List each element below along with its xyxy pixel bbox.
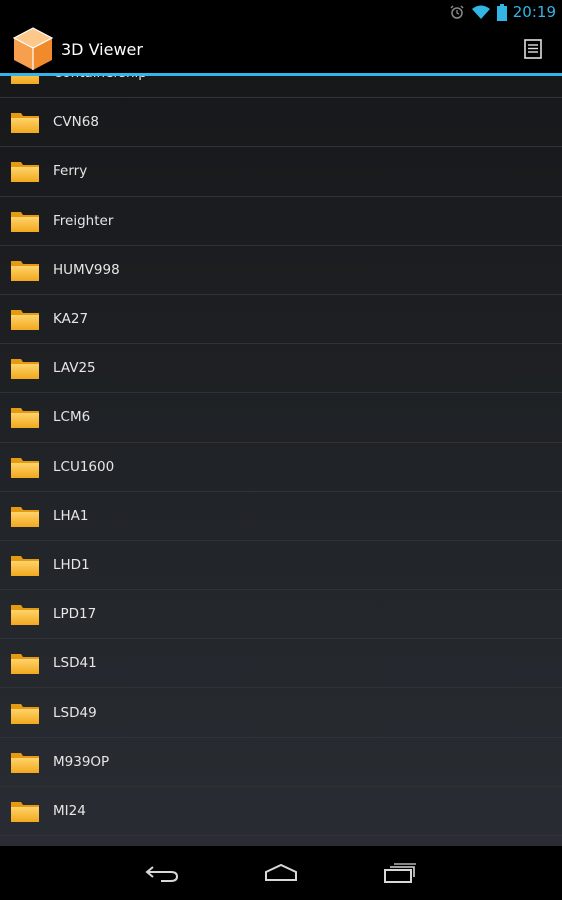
recent-apps-icon[interactable] (383, 860, 417, 886)
folder-icon (10, 504, 40, 528)
navigation-bar (0, 846, 562, 900)
folder-icon (10, 307, 40, 331)
folder-icon (10, 209, 40, 233)
folder-item-lhd1[interactable]: LHD1 (0, 541, 562, 591)
folder-list-inner: Containership CVN68 (0, 76, 562, 836)
wifi-icon (471, 4, 491, 20)
folder-label: LSD41 (53, 655, 97, 672)
folder-item-ferry[interactable]: Ferry (0, 147, 562, 197)
folder-item-cvn68[interactable]: CVN68 (0, 98, 562, 148)
back-icon[interactable] (145, 860, 179, 886)
folder-label: LCM6 (53, 409, 91, 426)
folder-icon (10, 110, 40, 134)
document-icon[interactable] (522, 38, 544, 60)
folder-item-lpd17[interactable]: LPD17 (0, 590, 562, 640)
folder-icon (10, 602, 40, 626)
battery-icon (496, 3, 507, 21)
folder-label: M939OP (53, 753, 110, 770)
folder-item-lcm6[interactable]: LCM6 (0, 393, 562, 443)
status-bar: 20:19 (0, 0, 562, 24)
folder-label: Ferry (53, 163, 88, 180)
folder-label: HUMV998 (53, 261, 120, 278)
folder-icon (10, 553, 40, 577)
folder-item-lsd41[interactable]: LSD41 (0, 639, 562, 689)
folder-label: MI24 (53, 802, 86, 819)
folder-item-mi24[interactable]: MI24 (0, 787, 562, 836)
app-title: 3D Viewer (61, 39, 143, 59)
folder-item-containership[interactable]: Containership (0, 76, 562, 99)
folder-label: LHD1 (53, 556, 90, 573)
folder-icon (10, 799, 40, 823)
folder-item-lsd49[interactable]: LSD49 (0, 688, 562, 738)
folder-label: LAV25 (53, 360, 96, 377)
folder-label: CVN68 (53, 114, 99, 131)
folder-label: Freighter (53, 212, 114, 229)
folder-item-humv998[interactable]: HUMV998 (0, 246, 562, 295)
folder-icon (10, 651, 40, 675)
folder-icon (10, 258, 40, 282)
folder-item-lha1[interactable]: LHA1 (0, 492, 562, 541)
folder-list[interactable]: Containership CVN68 (0, 76, 562, 846)
folder-label: LHA1 (53, 507, 89, 524)
folder-item-m939op[interactable]: M939OP (0, 738, 562, 787)
folder-label: Containership (53, 76, 147, 81)
home-icon[interactable] (264, 860, 298, 886)
folder-icon (10, 701, 40, 725)
folder-icon (10, 76, 40, 85)
app-cube-icon[interactable] (12, 26, 54, 72)
folder-item-ka27[interactable]: KA27 (0, 295, 562, 345)
alarm-icon (449, 4, 465, 20)
folder-icon (10, 750, 40, 774)
folder-label: LCU1600 (53, 458, 115, 475)
folder-icon (10, 159, 40, 183)
folder-label: KA27 (53, 311, 89, 328)
folder-icon (10, 405, 40, 429)
status-time: 20:19 (512, 3, 556, 21)
folder-label: LSD49 (53, 704, 97, 721)
screen: 20:19 3D Viewer CVN68 Ferry Freighter HU… (0, 0, 562, 900)
folder-icon (10, 356, 40, 380)
action-bar: 3D Viewer (0, 24, 562, 74)
folder-item-freighter[interactable]: Freighter (0, 197, 562, 246)
folder-icon (10, 455, 40, 479)
folder-item-lav25[interactable]: LAV25 (0, 344, 562, 394)
folder-item-lcu1600[interactable]: LCU1600 (0, 443, 562, 492)
folder-label: LPD17 (53, 606, 97, 623)
